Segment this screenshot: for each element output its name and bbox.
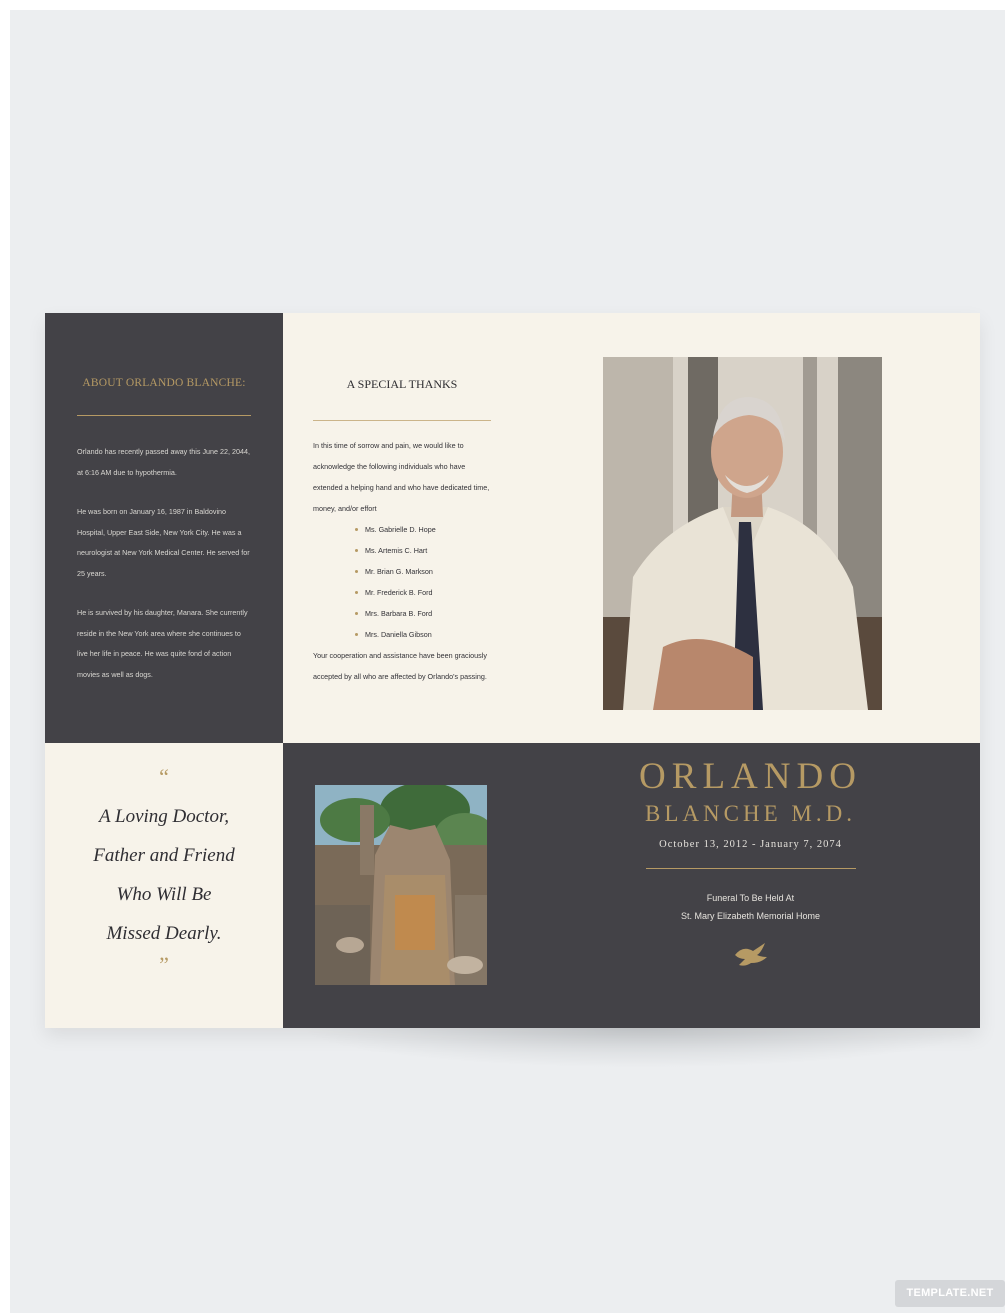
quote-line: Missed Dearly. bbox=[106, 923, 222, 944]
template-net-watermark: TEMPLATE.NET bbox=[895, 1280, 1005, 1307]
list-item: Mrs. Daniella Gibson bbox=[355, 624, 491, 645]
brochure: ABOUT ORLANDO BLANCHE: Orlando has recen… bbox=[45, 313, 980, 1028]
grave-illustration bbox=[315, 785, 487, 985]
funeral-line: Funeral To Be Held At bbox=[706, 893, 795, 903]
dove-icon bbox=[521, 941, 980, 974]
cover-divider bbox=[645, 868, 856, 869]
list-item: Mrs. Barbara B. Ford bbox=[355, 603, 491, 624]
about-paragraph: He is survived by his daughter, Manara. … bbox=[77, 608, 248, 679]
funeral-venue: St. Mary Elizabeth Memorial Home bbox=[680, 911, 821, 921]
quote: “ A Loving Doctor, Father and Friend Who… bbox=[45, 765, 283, 977]
quote-line: A Loving Doctor, bbox=[98, 806, 229, 827]
about-paragraph: Orlando has recently passed away this Ju… bbox=[77, 447, 251, 477]
cover-panel: ORLANDO BLANCHE M.D. October 13, 2012 - … bbox=[521, 743, 980, 1028]
open-quote-mark: “ bbox=[159, 764, 169, 789]
thanks-panel: A SPECIAL THANKS In this time of sorrow … bbox=[283, 313, 521, 743]
thanks-closing: Your cooperation and assistance have bee… bbox=[313, 651, 487, 681]
portrait-photo bbox=[603, 357, 882, 710]
brochure-shadow bbox=[300, 1028, 980, 1068]
list-item: Mr. Frederick B. Ford bbox=[355, 582, 491, 603]
list-item: Ms. Gabrielle D. Hope bbox=[355, 519, 491, 540]
thanks-heading: A SPECIAL THANKS bbox=[346, 377, 458, 391]
portrait-illustration bbox=[603, 357, 882, 710]
cover-title-block: ORLANDO BLANCHE M.D. October 13, 2012 - … bbox=[521, 755, 980, 974]
quote-panel: “ A Loving Doctor, Father and Friend Who… bbox=[45, 743, 283, 1028]
last-name: BLANCHE M.D. bbox=[645, 801, 856, 826]
life-dates: October 13, 2012 - January 7, 2074 bbox=[659, 839, 842, 850]
quote-text: A Loving Doctor, Father and Friend Who W… bbox=[45, 797, 283, 953]
grave-photo bbox=[315, 785, 487, 985]
first-name: ORLANDO bbox=[639, 756, 862, 797]
list-item: Ms. Artemis C. Hart bbox=[355, 540, 491, 561]
grave-photo-panel bbox=[283, 743, 521, 1028]
quote-line: Who Will Be bbox=[116, 884, 212, 905]
about-divider bbox=[77, 415, 251, 416]
thanks-name-list: Ms. Gabrielle D. Hope Ms. Artemis C. Har… bbox=[355, 519, 491, 645]
close-quote-mark: ” bbox=[159, 952, 169, 977]
thanks-intro: In this time of sorrow and pain, we woul… bbox=[313, 441, 490, 513]
quote-line: Father and Friend bbox=[93, 845, 235, 866]
portrait-panel bbox=[521, 313, 980, 743]
about-panel: ABOUT ORLANDO BLANCHE: Orlando has recen… bbox=[45, 313, 283, 743]
about-paragraph: He was born on January 16, 1987 in Baldo… bbox=[77, 507, 250, 578]
list-item: Mr. Brian G. Markson bbox=[355, 561, 491, 582]
about-heading: ABOUT ORLANDO BLANCHE: bbox=[82, 377, 246, 389]
thanks-divider bbox=[313, 420, 491, 421]
